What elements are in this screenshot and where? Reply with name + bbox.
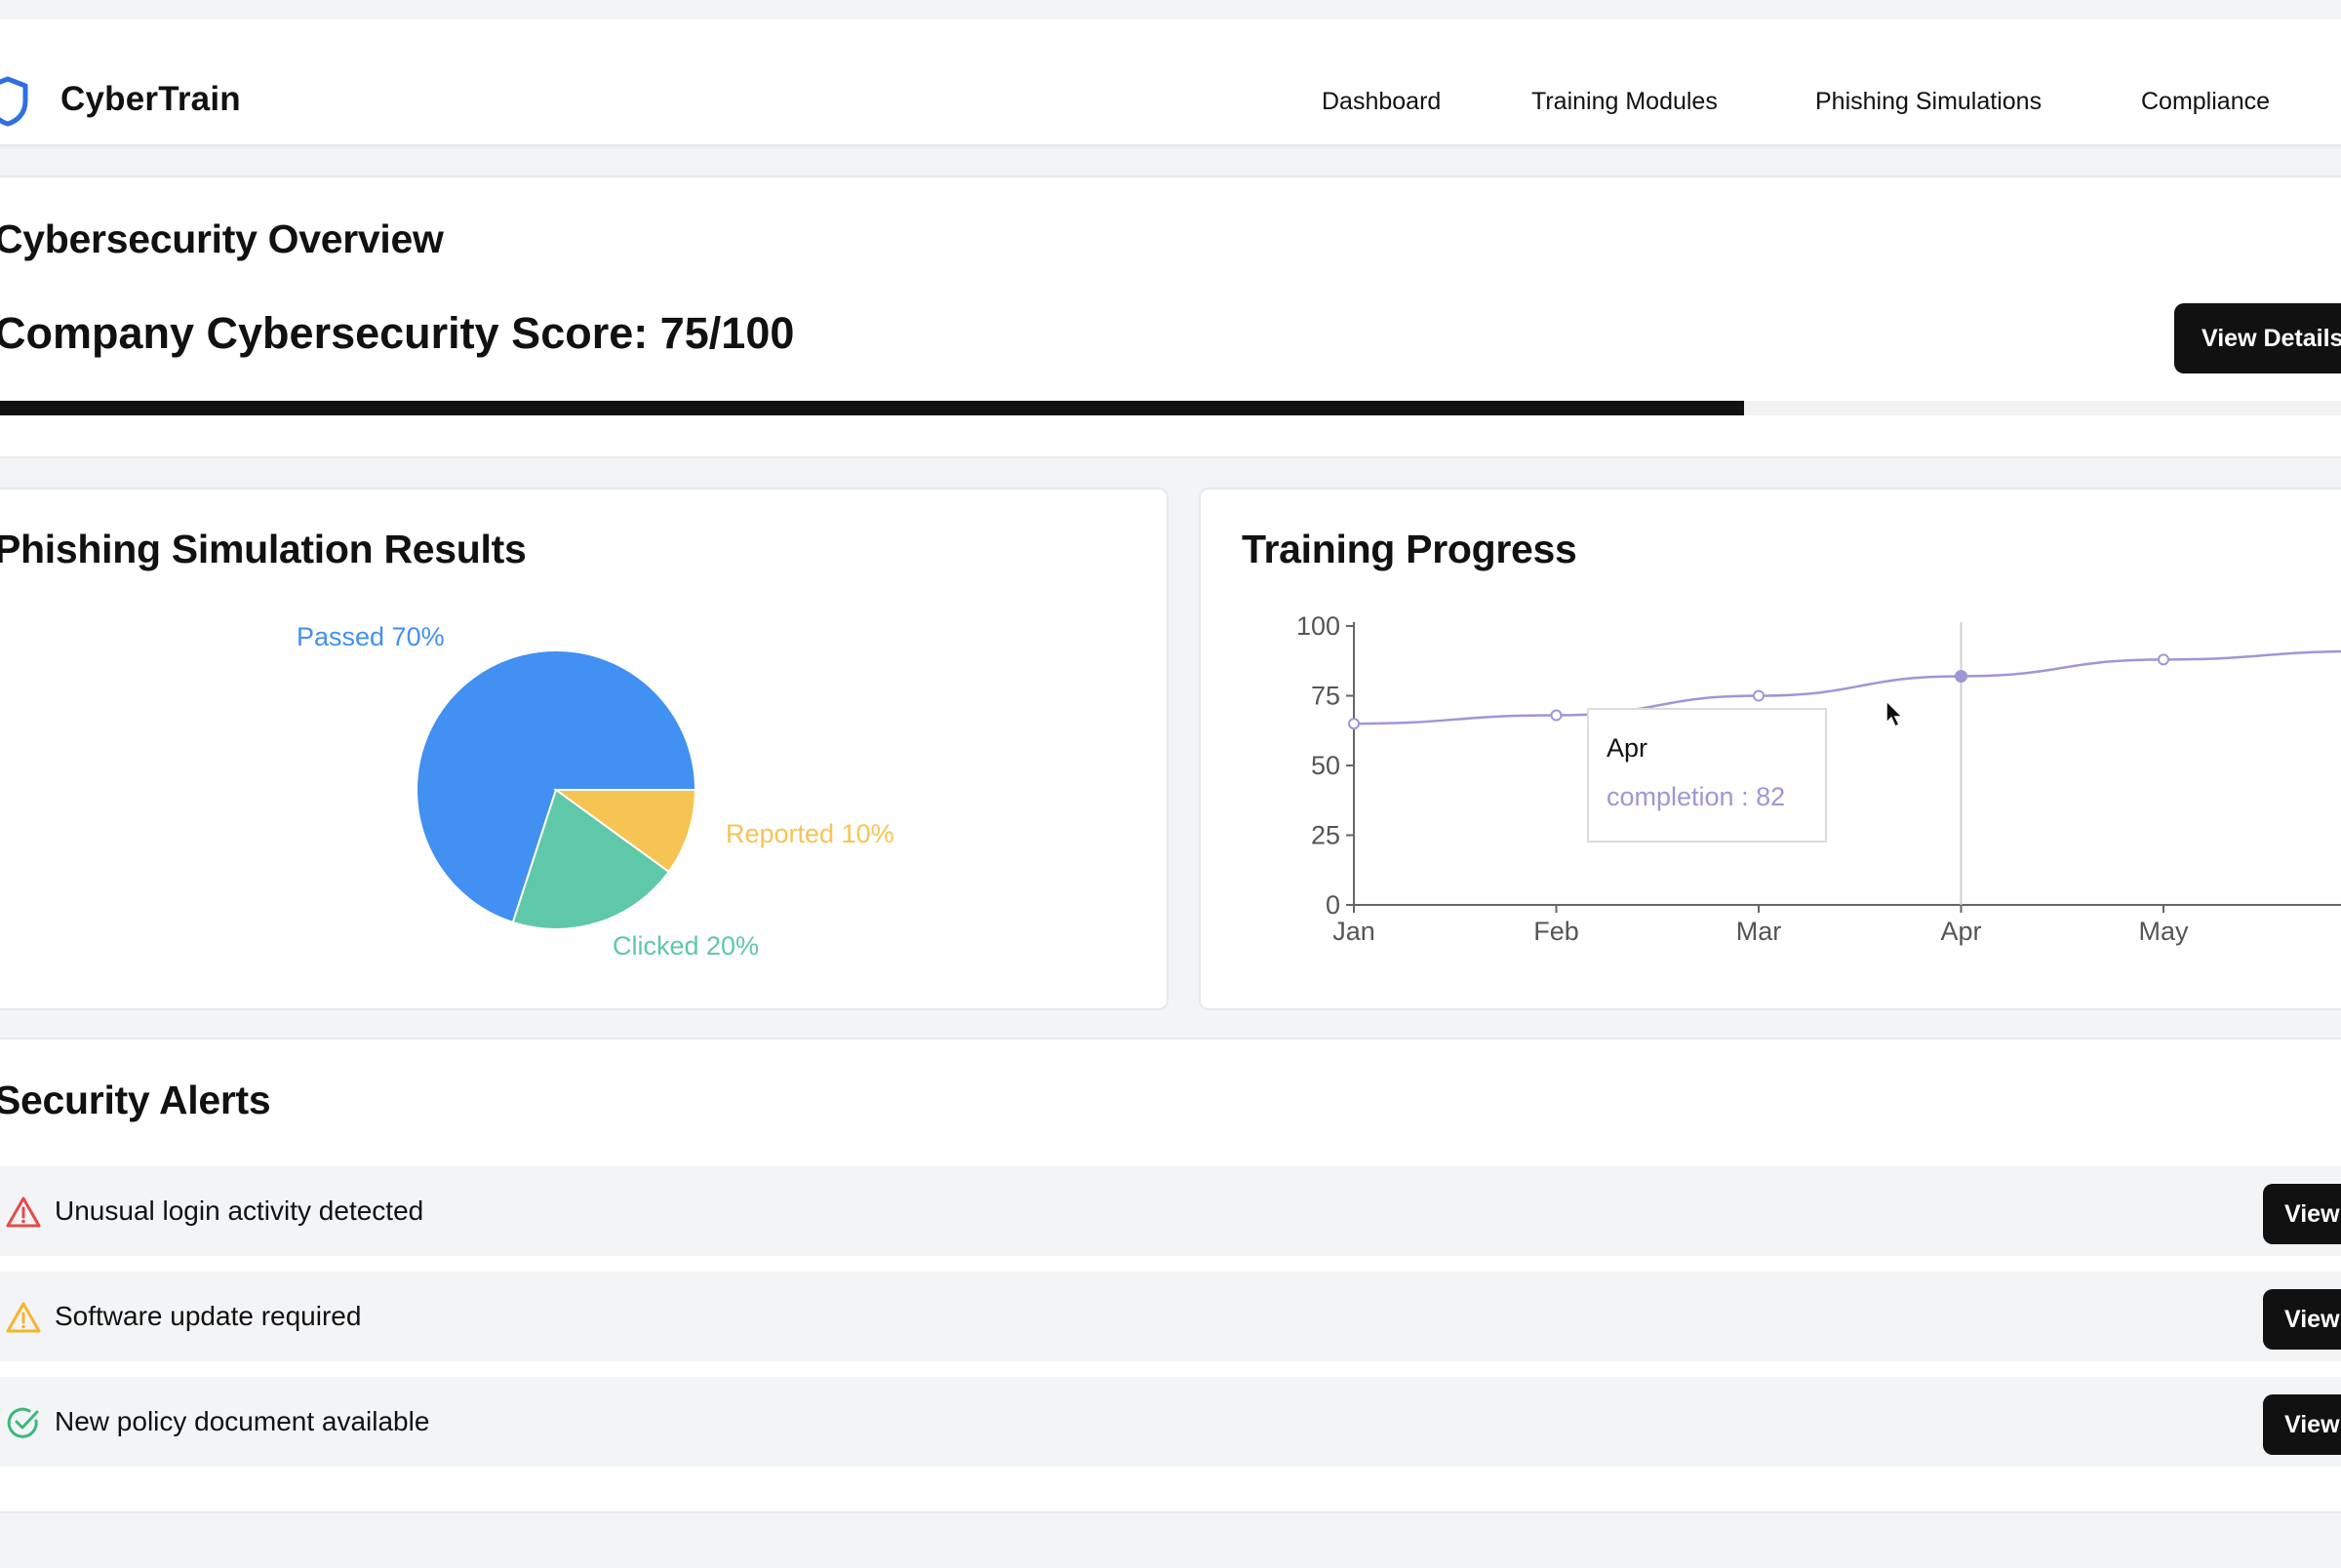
pie-label-reported: Reported 10%	[726, 819, 894, 848]
phishing-pie-chart	[416, 649, 697, 930]
data-point-may	[2158, 653, 2169, 666]
x-tick-label: Mar	[1736, 917, 1782, 946]
data-point-mar	[1753, 689, 1765, 702]
top-navbar: CyberTrain Dashboard Training Modules Ph…	[0, 20, 2341, 146]
alert-view-button[interactable]: View	[2263, 1289, 2341, 1350]
x-tick-label: Feb	[1533, 917, 1579, 946]
tooltip-value: completion : 82	[1607, 782, 1786, 811]
series-line-completion	[1353, 649, 2341, 725]
alert-row: Unusual login activity detected View	[0, 1166, 2341, 1256]
alerts-title: Security Alerts	[0, 1078, 271, 1122]
alert-text: Software update required	[55, 1301, 362, 1331]
alert-row: Software update required View	[0, 1272, 2341, 1361]
x-tick-label: Jan	[1332, 917, 1375, 946]
check-circle-icon	[7, 1407, 39, 1438]
nav-compliance[interactable]: Compliance	[2141, 88, 2270, 116]
warning-triangle-icon	[6, 1302, 41, 1333]
score-progress-fill	[0, 401, 1744, 415]
y-tick-label: 25	[1311, 821, 1340, 850]
x-tick-label: May	[2138, 917, 2189, 946]
pie-label-clicked: Clicked 20%	[613, 931, 760, 960]
overview-title: Cybersecurity Overview	[0, 216, 444, 261]
nav-phishing-simulations[interactable]: Phishing Simulations	[1815, 88, 2042, 116]
mouse-cursor-icon	[1885, 700, 1904, 728]
score-label: Company Cybersecurity Score: 75/100	[0, 308, 795, 358]
page: CyberTrain Dashboard Training Modules Ph…	[0, 0, 2341, 1568]
data-point-jan	[1348, 718, 1360, 730]
alert-triangle-icon	[6, 1196, 41, 1228]
brand-name[interactable]: CyberTrain	[60, 80, 241, 119]
x-tick-label: Apr	[1940, 917, 1981, 946]
phishing-title: Phishing Simulation Results	[0, 527, 527, 571]
alert-view-button[interactable]: View	[2263, 1394, 2341, 1455]
nav-training-modules[interactable]: Training Modules	[1531, 88, 1718, 116]
pie-label-passed: Passed 70%	[297, 622, 445, 651]
alert-view-button[interactable]: View	[2263, 1184, 2341, 1244]
data-point-feb	[1550, 709, 1563, 722]
nav-dashboard[interactable]: Dashboard	[1322, 88, 1441, 116]
shield-icon	[0, 76, 28, 127]
y-tick-label: 75	[1311, 682, 1340, 711]
chart-tooltip: Apr completion : 82	[1587, 708, 1827, 843]
score-progress-bar	[0, 401, 2341, 415]
data-point-apr	[1955, 669, 1967, 683]
view-details-button[interactable]: View Details	[2174, 303, 2341, 373]
tooltip-title: Apr	[1607, 733, 1648, 763]
y-tick-label: 0	[1326, 890, 1340, 920]
y-tick-label: 100	[1296, 611, 1340, 641]
training-title: Training Progress	[1242, 527, 1577, 571]
alert-row: New policy document available View	[0, 1377, 2341, 1467]
alert-text: Unusual login activity detected	[55, 1196, 424, 1226]
y-tick-label: 50	[1311, 751, 1340, 780]
alert-text: New policy document available	[55, 1406, 430, 1436]
